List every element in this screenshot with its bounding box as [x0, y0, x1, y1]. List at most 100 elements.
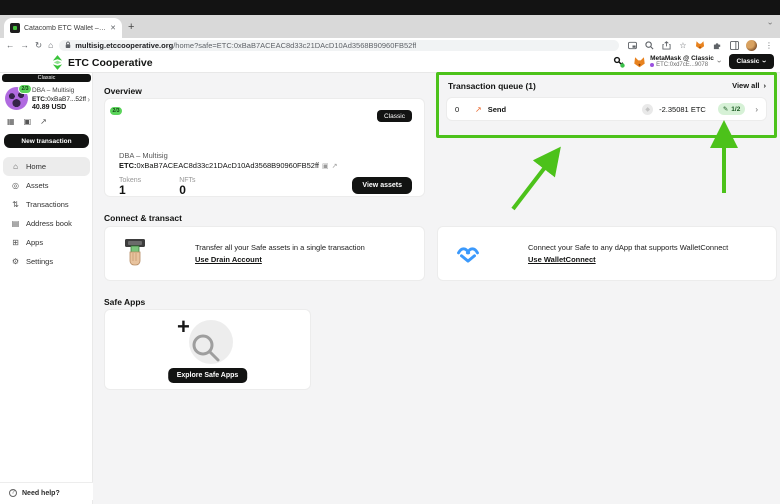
overview-network-chip: Classic — [377, 110, 412, 122]
sidebar-nav: ⌂ Home ◎ Assets ⇅ Transactions ▤ Address… — [3, 157, 90, 271]
metamask-fox-icon — [633, 56, 646, 68]
annotation-arrow-queue — [513, 153, 556, 209]
brand: ETC Cooperative — [52, 55, 153, 70]
share-icon[interactable] — [661, 40, 671, 50]
view-all-link[interactable]: View all › — [732, 81, 766, 90]
wallet-chain-dot — [650, 63, 654, 67]
overview-threshold-badge: 2/3 — [109, 106, 123, 116]
confirmations-badge: ✎ 1/2 — [718, 103, 746, 115]
view-assets-button[interactable]: View assets — [352, 177, 412, 194]
wallet-chevron-icon: › — [715, 60, 724, 63]
token-icon: ◆ — [642, 104, 653, 115]
new-tab-button[interactable]: + — [128, 22, 134, 33]
etc-logo-icon — [52, 55, 63, 70]
apps-icon: ⊞ — [11, 238, 20, 247]
tab-strip-chevron-icon[interactable]: › — [766, 22, 775, 25]
safe-balance: 40.89 USD — [32, 104, 86, 113]
plus-icon: + — [177, 314, 190, 340]
browser-tab-strip: Catacomb ETC Wallet – Dashb ✕ + › — [0, 15, 780, 38]
overview-card: 2/3 Classic DBA – Multisig ETC:0xBaB7ACE… — [104, 98, 425, 197]
browser-tab[interactable]: Catacomb ETC Wallet – Dashb ✕ — [4, 18, 122, 38]
walletconnect-text: Connect your Safe to any dApp that suppo… — [528, 242, 728, 266]
safe-switch-chevron-icon[interactable]: › — [87, 95, 90, 104]
new-transaction-button[interactable]: New transaction — [4, 134, 89, 148]
use-walletconnect-link[interactable]: Use WalletConnect — [528, 254, 728, 266]
browser-menu-icon[interactable]: ⋮ — [764, 40, 774, 50]
drain-account-text: Transfer all your Safe assets in a singl… — [195, 242, 365, 266]
transactions-icon: ⇅ — [11, 200, 20, 209]
overview-safe-avatar: 2/3 — [119, 109, 145, 135]
back-icon[interactable]: ← — [6, 40, 15, 50]
media-controls-icon[interactable] — [627, 40, 637, 50]
wallet-info: MetaMask @ Classic ETC:0xd7cE...9078 — [650, 55, 714, 69]
network-selector-label: Classic — [737, 58, 760, 65]
connect-transact-title: Connect & transact — [104, 213, 182, 223]
sidebar-network-badge: Classic — [2, 74, 91, 82]
queued-transaction-row[interactable]: 0 ↗ Send ◆ -2.35081 ETC ✎ 1/2 › — [446, 97, 767, 121]
walletconnect-card[interactable]: Connect your Safe to any dApp that suppo… — [437, 226, 777, 281]
pen-icon: ✎ — [723, 105, 728, 113]
safe-apps-title: Safe Apps — [104, 297, 145, 307]
search-icon[interactable] — [644, 40, 654, 50]
padlock-icon — [65, 41, 71, 49]
metamask-extension-icon[interactable] — [695, 40, 705, 50]
network-chevron-icon: › — [760, 60, 769, 63]
overview-stats: Tokens 1 NFTs 0 — [119, 177, 196, 197]
reload-icon[interactable]: ↻ — [35, 40, 42, 50]
copy-address-icon[interactable]: ▣ — [24, 117, 32, 126]
connected-wallet[interactable]: MetaMask @ Classic ETC:0xd7cE...9078 › — [633, 55, 720, 69]
tx-type: Send — [488, 105, 506, 114]
explore-safe-apps-button[interactable]: Explore Safe Apps — [168, 368, 248, 383]
view-all-chevron-icon: › — [764, 81, 767, 90]
open-explorer-icon[interactable]: ↗ — [332, 162, 338, 170]
sidebar-item-apps[interactable]: ⊞ Apps — [3, 233, 90, 252]
extensions-puzzle-icon[interactable] — [712, 40, 722, 50]
window-frame — [0, 0, 780, 15]
walletconnect-logo-icon — [454, 245, 482, 263]
drain-account-card[interactable]: Transfer all your Safe assets in a singl… — [104, 226, 425, 281]
nfts-count: 0 — [179, 184, 195, 197]
sidebar-item-home[interactable]: ⌂ Home — [3, 157, 90, 176]
sidebar: Classic 2/3 DBA – Multisig ETC:0xBaB7...… — [0, 73, 93, 504]
sidebar-item-address-book[interactable]: ▤ Address book — [3, 214, 90, 233]
safe-quick-actions: ▦ ▣ ↗ — [7, 117, 47, 126]
browser-toolbar: ← → ↻ ⌂ multisig.etccooperative.org/home… — [0, 38, 780, 52]
block-explorer-icon[interactable]: ↗ — [40, 117, 47, 126]
side-panel-icon[interactable] — [729, 40, 739, 50]
sidebar-item-settings[interactable]: ⚙ Settings — [3, 252, 90, 271]
assets-icon: ◎ — [11, 181, 20, 190]
safe-info: DBA – Multisig ETC:0xBaB7...52ff 40.89 U… — [32, 87, 86, 113]
transaction-queue-title: Transaction queue (1) — [448, 81, 536, 91]
sidebar-item-transactions[interactable]: ⇅ Transactions — [3, 195, 90, 214]
threshold-badge: 2/3 — [18, 84, 32, 94]
tx-row-chevron-icon: › — [755, 105, 758, 114]
copy-address-icon[interactable]: ▣ — [322, 162, 329, 170]
site-favicon — [10, 23, 20, 33]
network-selector[interactable]: Classic › — [729, 54, 774, 69]
use-drain-account-link[interactable]: Use Drain Account — [195, 254, 365, 266]
url-domain: multisig.etccooperative.org — [75, 41, 173, 50]
need-help-link[interactable]: ? Need help? — [0, 482, 93, 500]
sidebar-safe-summary[interactable]: 2/3 DBA – Multisig ETC:0xBaB7...52ff 40.… — [5, 87, 89, 113]
browser-action-icons: ☆ ⋮ — [627, 40, 774, 51]
owner-keys-icon[interactable] — [613, 56, 625, 68]
bookmark-star-icon[interactable]: ☆ — [678, 40, 688, 50]
tab-close-icon[interactable]: ✕ — [110, 24, 116, 32]
qr-code-icon[interactable]: ▦ — [7, 117, 15, 126]
safe-avatar: 2/3 — [5, 87, 28, 110]
safe-name: DBA – Multisig — [32, 87, 86, 96]
send-arrow-icon: ↗ — [475, 105, 482, 114]
help-question-icon: ? — [9, 489, 17, 497]
overview-safe-address: ETC:0xBaB7ACEAC8d33c21DAcD10Ad3568B90960… — [119, 161, 338, 170]
wallet-name: MetaMask @ Classic — [650, 55, 714, 62]
url-bar[interactable]: multisig.etccooperative.org/home?safe=ET… — [59, 40, 619, 51]
browser-home-icon[interactable]: ⌂ — [48, 40, 53, 50]
safe-apps-card: + Explore Safe Apps — [104, 309, 311, 390]
browser-profile-avatar[interactable] — [746, 40, 757, 51]
sidebar-item-assets[interactable]: ◎ Assets — [3, 176, 90, 195]
tx-amount: -2.35081 ETC — [659, 105, 706, 114]
safe-address: ETC:0xBaB7...52ff — [32, 96, 86, 105]
tokens-stat: Tokens 1 — [119, 177, 141, 197]
forward-icon[interactable]: → — [21, 40, 30, 50]
tx-nonce: 0 — [455, 105, 469, 114]
